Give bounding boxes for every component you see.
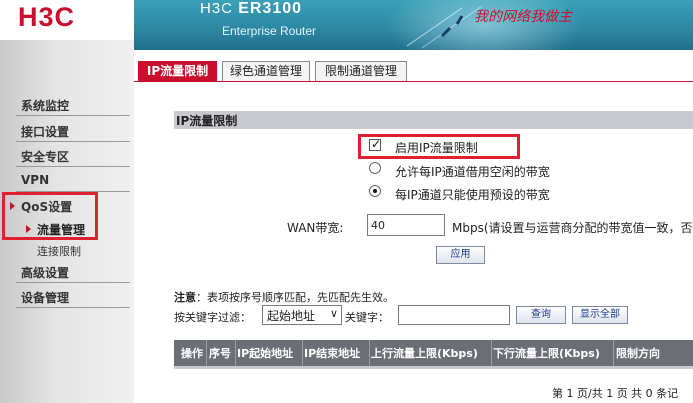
th-divider bbox=[369, 340, 370, 366]
sidebar-divider bbox=[16, 141, 130, 142]
th-ip-start: IP起始地址 bbox=[237, 347, 294, 360]
wan-unit-note: Mbps(请设置与运营商分配的带宽值一致，否 bbox=[452, 221, 693, 235]
h3c-logo: H3C bbox=[18, 2, 76, 32]
sidebar-item-interface[interactable]: 接口设置 bbox=[21, 123, 69, 140]
note-prefix: 注意 bbox=[174, 291, 196, 304]
radio-selected-dot bbox=[373, 189, 377, 193]
sidebar-divider bbox=[16, 166, 130, 167]
th-downstream-limit: 下行流量上限(Kbps) bbox=[493, 347, 600, 360]
sidebar-divider bbox=[16, 282, 130, 283]
banner-model: ER3100 bbox=[238, 0, 303, 17]
banner-product: H3C bbox=[200, 0, 234, 17]
table-empty-row bbox=[174, 366, 693, 369]
note-text: 注意：表项按序号顺序匹配，先匹配先生效。 bbox=[174, 289, 394, 305]
wan-bandwidth-input[interactable] bbox=[367, 214, 445, 236]
section-title: IP流量限制 bbox=[176, 114, 238, 128]
th-action: 操作 bbox=[181, 347, 203, 360]
th-divider bbox=[491, 340, 492, 366]
header-banner: H3C ER3100 Enterprise Router 我的网络我做主 bbox=[134, 0, 693, 50]
th-divider bbox=[613, 340, 614, 366]
banner-subtitle: Enterprise Router bbox=[222, 24, 317, 38]
filter-label: 按关键字过滤： bbox=[174, 311, 251, 324]
radio-preset-bandwidth[interactable] bbox=[369, 185, 381, 197]
th-upstream-limit: 上行流量上限(Kbps) bbox=[371, 347, 478, 360]
show-all-button[interactable]: 显示全部 bbox=[572, 306, 628, 324]
note-body: ：表项按序号顺序匹配，先匹配先生效。 bbox=[196, 291, 394, 304]
wan-label: WAN带宽: bbox=[287, 221, 344, 235]
tab-green-channel[interactable]: 绿色通道管理 bbox=[222, 61, 310, 82]
keyword-label: 关键字： bbox=[345, 311, 389, 324]
th-direction: 限制方向 bbox=[616, 347, 660, 360]
tab-limit-channel[interactable]: 限制通道管理 bbox=[315, 61, 407, 82]
pagination-info: 第 1 页/共 1 页 共 0 条记 bbox=[552, 387, 679, 400]
sidebar-highlight-box bbox=[2, 192, 98, 240]
radio-borrow-label: 允许每IP通道借用空闲的带宽 bbox=[395, 165, 550, 179]
sidebar-item-security[interactable]: 安全专区 bbox=[21, 148, 69, 165]
th-ip-end: IP结束地址 bbox=[304, 347, 361, 360]
banner-title: H3C ER3100 bbox=[200, 0, 302, 18]
filter-select-value: 起始地址 bbox=[267, 309, 316, 323]
th-index: 序号 bbox=[209, 347, 231, 360]
th-divider bbox=[302, 340, 303, 366]
apply-button[interactable]: 应用 bbox=[436, 246, 485, 264]
chevron-down-icon: ∨ bbox=[329, 307, 338, 320]
radio-borrow-bandwidth[interactable] bbox=[369, 162, 381, 174]
sidebar-divider bbox=[16, 115, 130, 116]
sidebar-subitem-connection-limit[interactable]: 连接限制 bbox=[37, 243, 81, 259]
tab-ip-traffic-limit[interactable]: IP流量限制 bbox=[138, 61, 217, 82]
radio-preset-label: 每IP通道只能使用预设的带宽 bbox=[395, 188, 550, 202]
query-button[interactable]: 查询 bbox=[516, 306, 566, 324]
sidebar-item-system-monitor[interactable]: 系统监控 bbox=[21, 97, 69, 114]
sidebar-item-vpn[interactable]: VPN bbox=[21, 173, 49, 187]
th-divider bbox=[206, 340, 207, 366]
section-header bbox=[174, 111, 693, 129]
enable-checkbox[interactable]: ✓ bbox=[369, 137, 382, 151]
logo-area: H3C bbox=[0, 0, 134, 40]
enable-label: 启用IP流量限制 bbox=[395, 141, 478, 155]
keyword-input[interactable] bbox=[398, 305, 510, 325]
banner-slogan: 我的网络我做主 bbox=[474, 9, 572, 25]
sidebar-item-advanced[interactable]: 高级设置 bbox=[21, 264, 69, 281]
filter-field-select[interactable]: 起始地址 ∨ bbox=[262, 305, 342, 325]
sidebar-item-device[interactable]: 设备管理 bbox=[21, 289, 69, 306]
sidebar-divider bbox=[16, 307, 130, 308]
th-divider bbox=[235, 340, 236, 366]
check-icon: ✓ bbox=[371, 137, 382, 151]
tab-bar bbox=[134, 50, 693, 82]
